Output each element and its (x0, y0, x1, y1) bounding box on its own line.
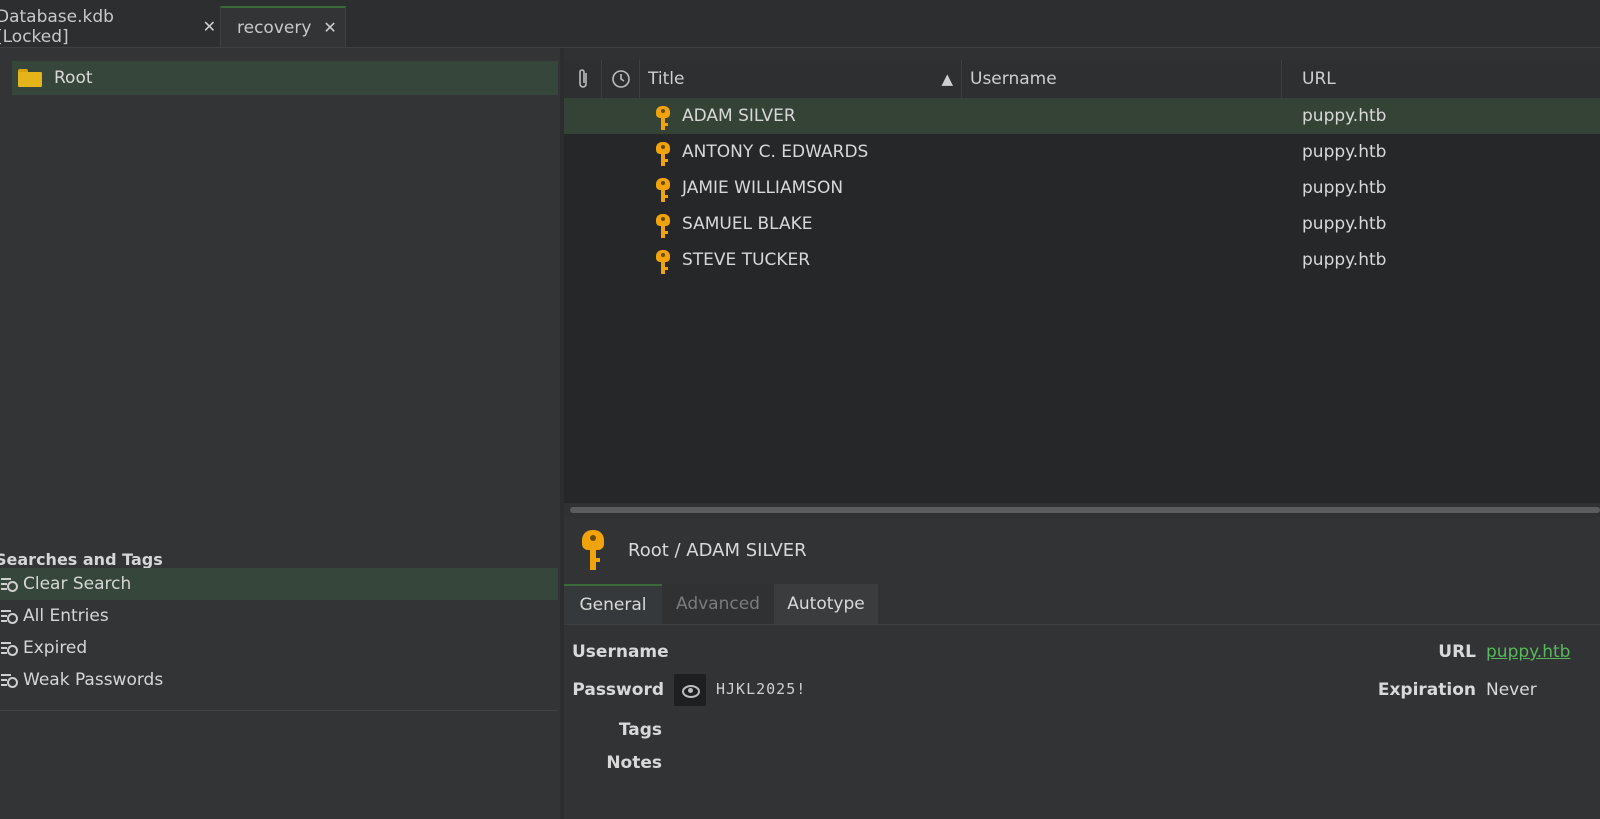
search-list-icon (1, 640, 18, 656)
key-icon (582, 530, 604, 570)
entry-title: ANTONY C. EDWARDS (682, 142, 869, 162)
search-item-weak-passwords[interactable]: Weak Passwords (0, 664, 558, 696)
search-item-label: Weak Passwords (23, 670, 164, 690)
table-row[interactable]: SAMUEL BLAKE puppy.htb (564, 206, 1600, 242)
search-list-icon (1, 608, 18, 624)
url-label: URL (1438, 642, 1476, 662)
preview-tabs: General Advanced Autotype (564, 584, 1600, 625)
folder-icon (18, 69, 42, 87)
search-list-icon (1, 672, 18, 688)
tab-advanced[interactable]: Advanced (662, 584, 774, 624)
column-username-label: Username (970, 69, 1057, 89)
tab-general[interactable]: General (564, 584, 662, 624)
entry-title: JAMIE WILLIAMSON (682, 178, 844, 198)
key-icon (656, 142, 670, 166)
tags-label: Tags (618, 720, 662, 740)
searches-header: Searches and Tags (0, 550, 163, 569)
close-icon[interactable]: ✕ (203, 17, 216, 36)
close-icon[interactable]: ✕ (323, 18, 336, 37)
show-password-eye-icon[interactable] (674, 674, 706, 706)
search-item-label: Expired (23, 638, 88, 658)
table-header: Title ▲ Username URL (564, 60, 1600, 99)
entry-table: Title ▲ Username URL ADAM SILVER puppy.h… (564, 60, 1600, 510)
password-value: HJKL2025! (716, 680, 807, 698)
search-item-label: All Entries (23, 606, 109, 626)
table-row[interactable]: JAMIE WILLIAMSON puppy.htb (564, 170, 1600, 206)
table-row[interactable]: ANTONY C. EDWARDS puppy.htb (564, 134, 1600, 170)
search-list-icon (1, 576, 18, 592)
username-label: Username (572, 642, 669, 662)
expiration-value: Never (1486, 680, 1537, 700)
search-item-label: Clear Search (23, 574, 132, 594)
group-root[interactable]: Root (12, 61, 558, 95)
search-item-all-entries[interactable]: All Entries (0, 600, 558, 632)
expiration-label: Expiration (1377, 680, 1476, 700)
column-url[interactable]: URL (1282, 60, 1600, 98)
paperclip-icon (578, 69, 587, 88)
entry-url: puppy.htb (1302, 178, 1387, 198)
entry-title: SAMUEL BLAKE (682, 214, 813, 234)
divider (0, 710, 558, 711)
entry-preview: Root / ADAM SILVER General Advanced Auto… (564, 518, 1600, 819)
group-label: Root (54, 68, 93, 88)
column-modified[interactable] (602, 60, 640, 98)
notes-label: Notes (606, 753, 662, 773)
group-sidebar: Root Searches and Tags Clear Search All … (0, 48, 560, 819)
tab-label: Database.kdb [Locked] (0, 6, 114, 47)
entry-title: ADAM SILVER (682, 106, 796, 126)
column-url-label: URL (1302, 69, 1336, 89)
column-username[interactable]: Username (962, 60, 1282, 98)
url-link[interactable]: puppy.htb (1486, 642, 1570, 662)
key-icon (656, 178, 670, 202)
scrollbar-handle[interactable] (570, 507, 1600, 513)
sort-ascending-icon: ▲ (941, 70, 953, 88)
tab-label: recovery (237, 17, 312, 38)
table-row[interactable]: STEVE TUCKER puppy.htb (564, 242, 1600, 278)
clock-icon (611, 70, 630, 88)
entry-url: puppy.htb (1302, 214, 1387, 234)
column-attachment[interactable] (564, 60, 602, 98)
tab-recovery[interactable]: recovery ✕ (220, 6, 346, 47)
breadcrumb: Root / ADAM SILVER (628, 540, 807, 561)
password-label: Password (572, 680, 664, 700)
tab-database-locked[interactable]: Database.kdb [Locked] ✕ (0, 6, 216, 47)
entry-url: puppy.htb (1302, 142, 1387, 162)
column-title[interactable]: Title ▲ (640, 60, 962, 98)
search-item-clear[interactable]: Clear Search (0, 568, 558, 600)
entry-title: STEVE TUCKER (682, 250, 811, 270)
entry-url: puppy.htb (1302, 106, 1387, 126)
column-title-label: Title (648, 69, 685, 89)
database-tab-bar: Database.kdb [Locked] ✕ recovery ✕ (0, 0, 1600, 48)
key-icon (656, 214, 670, 238)
table-row[interactable]: ADAM SILVER puppy.htb (564, 98, 1600, 134)
search-item-expired[interactable]: Expired (0, 632, 558, 664)
tab-autotype[interactable]: Autotype (774, 584, 878, 624)
key-icon (656, 250, 670, 274)
entry-url: puppy.htb (1302, 250, 1387, 270)
key-icon (656, 106, 670, 130)
